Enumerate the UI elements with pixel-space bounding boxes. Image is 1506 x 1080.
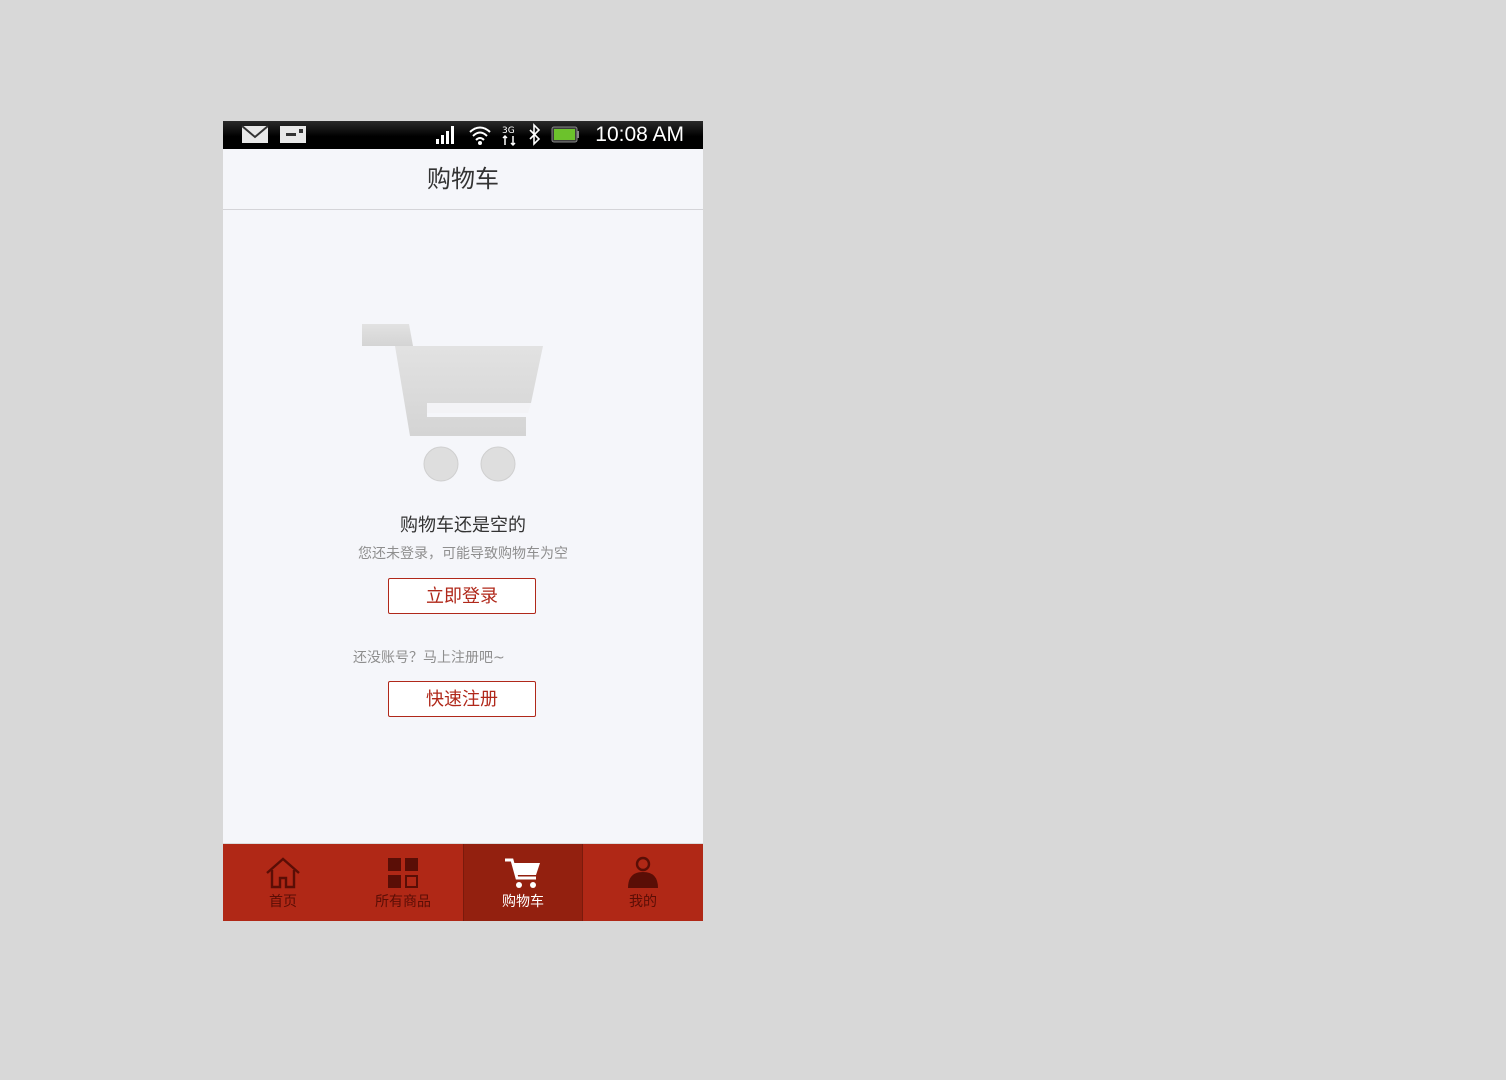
tab-home[interactable]: 首页	[223, 844, 343, 921]
wifi-icon	[469, 126, 491, 145]
bluetooth-icon	[529, 123, 541, 146]
register-hint: 还没账号？马上注册吧~	[353, 650, 505, 666]
title-bar: 购物车	[223, 149, 703, 210]
tab-label: 我的	[629, 894, 657, 910]
cart-illustration-icon	[362, 324, 543, 482]
signal-icon	[436, 126, 454, 144]
tab-label: 首页	[269, 894, 297, 910]
cart-icon	[505, 858, 540, 888]
empty-cart-subtitle: 您还未登录，可能导致购物车为空	[358, 546, 568, 562]
sim-card-icon	[280, 126, 306, 143]
phone-screen: 3G 10:08 AM 购物车 购物车还是空的 您还未登录，可能导致购物车为空 …	[223, 121, 703, 921]
user-icon	[628, 856, 658, 888]
tab-all-products[interactable]: 所有商品	[343, 844, 463, 921]
home-icon	[266, 857, 300, 889]
empty-cart-title: 购物车还是空的	[400, 515, 526, 536]
tab-cart[interactable]: 购物车	[463, 844, 583, 921]
login-button[interactable]: 立即登录	[388, 578, 536, 614]
3g-icon: 3G	[502, 126, 516, 147]
svg-text:3G: 3G	[502, 126, 515, 136]
tab-label: 所有商品	[375, 894, 431, 910]
register-button[interactable]: 快速注册	[388, 681, 536, 717]
status-bar: 3G 10:08 AM	[223, 121, 703, 149]
bottom-tab-bar: 首页 所有商品 购物车 我的	[223, 843, 703, 921]
status-time: 10:08 AM	[595, 123, 684, 146]
tab-label: 购物车	[502, 894, 544, 910]
mail-icon	[241, 125, 269, 143]
grid-icon	[388, 858, 418, 888]
page-title: 购物车	[427, 165, 499, 193]
battery-icon	[551, 126, 579, 143]
tab-mine[interactable]: 我的	[583, 844, 703, 921]
